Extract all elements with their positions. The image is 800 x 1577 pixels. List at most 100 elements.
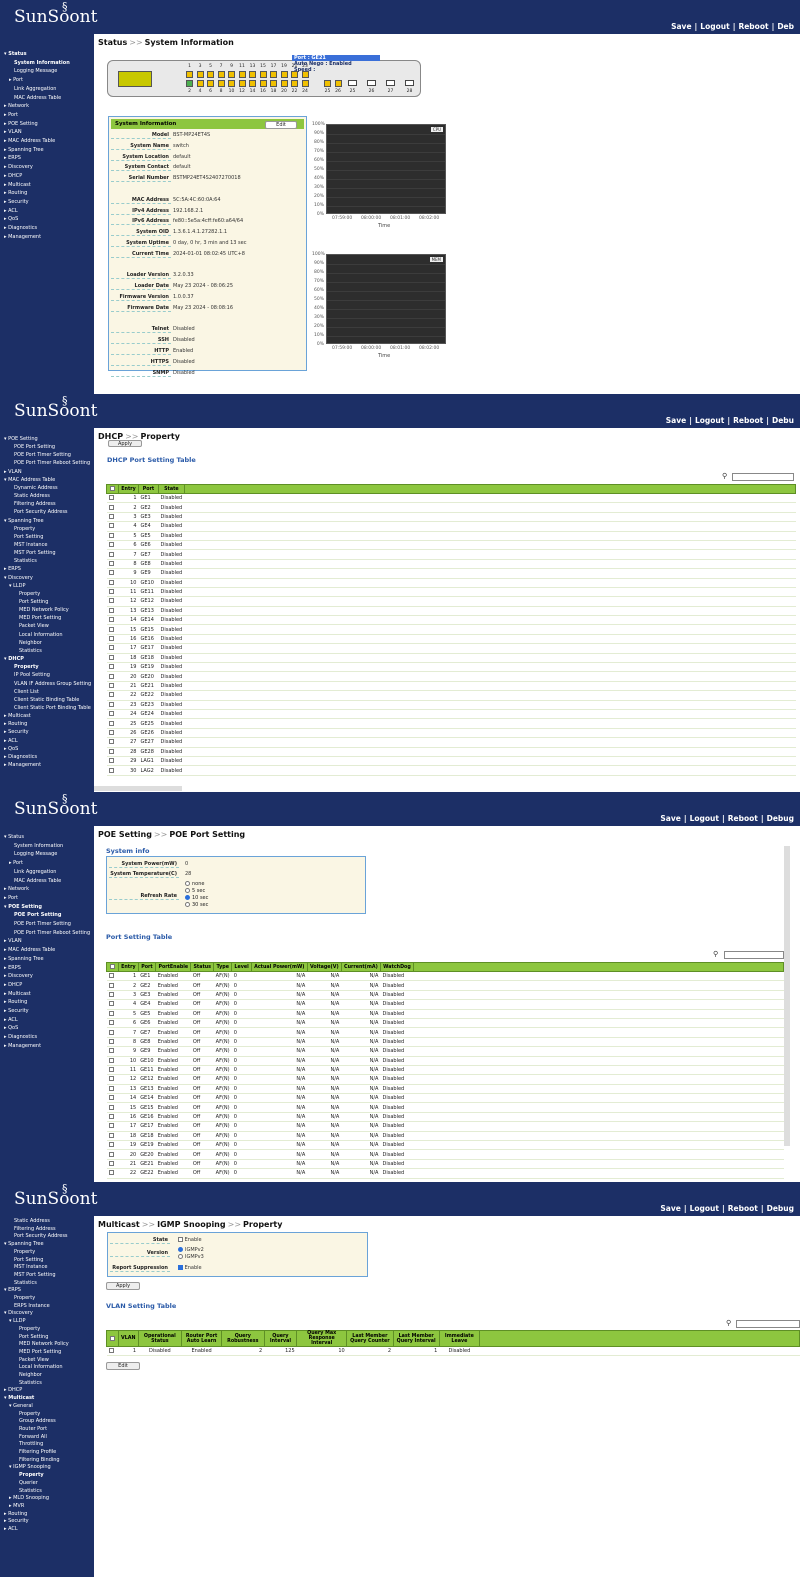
table-row[interactable]: 7 GE7 Enabled Off AF(N) 0 N/A N/A N/A Disabled	[106, 1027, 784, 1038]
sidebar-item[interactable]: ▸ POE Setting	[4, 121, 38, 127]
sidebar-item[interactable]: ▸ Security	[4, 1518, 29, 1524]
port-5[interactable]	[207, 71, 214, 78]
sidebar-item[interactable]: ▸ VLAN	[4, 938, 22, 944]
combo-port-25[interactable]	[324, 80, 331, 87]
sidebar-item[interactable]: Link Aggregation	[14, 86, 56, 92]
row-checkbox[interactable]	[106, 1056, 119, 1066]
sidebar-item[interactable]: ▸ QoS	[4, 1025, 18, 1031]
table-row[interactable]: 16 GE16 Enabled Off AF(N) 0 N/A N/A N/A Disabled	[106, 1112, 784, 1123]
sidebar-item[interactable]: Property	[19, 1326, 40, 1332]
sidebar-item[interactable]: ▸ QoS	[4, 216, 18, 222]
port-4[interactable]	[196, 80, 204, 87]
search-icon[interactable]: ⚲	[713, 950, 718, 958]
sidebar-item[interactable]: Neighbor	[19, 640, 42, 646]
edit-button[interactable]: Edit	[265, 121, 297, 129]
sidebar-item[interactable]: ▸ Diagnostics	[4, 1034, 37, 1040]
row-checkbox[interactable]	[106, 624, 119, 635]
sidebar-item[interactable]: ▸ MAC Address Table	[4, 138, 55, 144]
header-link-debug[interactable]: Debug	[767, 1204, 794, 1213]
sidebar-item[interactable]: Statistics	[19, 1380, 42, 1386]
row-checkbox[interactable]	[106, 980, 119, 991]
select-all-checkbox[interactable]	[106, 484, 119, 494]
table-row[interactable]: 27 GE27 Disabled	[106, 737, 796, 748]
sidebar-item[interactable]: ▾ IGMP Snooping	[9, 1464, 51, 1470]
edit-button[interactable]: Edit	[106, 1362, 140, 1370]
igmpv3-radio[interactable]	[178, 1254, 183, 1259]
state-checkbox[interactable]	[178, 1237, 183, 1242]
sidebar-item[interactable]: ▸ VLAN	[4, 129, 22, 135]
sidebar-item[interactable]: ▸ Security	[4, 199, 29, 205]
sidebar-item[interactable]: POE Port Setting	[14, 444, 55, 450]
sidebar-item[interactable]: Property	[14, 526, 35, 532]
sidebar-item[interactable]: ▸ ERPS	[4, 155, 21, 161]
table-row[interactable]: 29 LAG1 Disabled	[106, 756, 796, 767]
sidebar-item[interactable]: Statistics	[14, 558, 37, 564]
header-link-save[interactable]: Save	[671, 22, 691, 31]
sidebar-item[interactable]: POE Port Timer Reboot Setting	[14, 460, 90, 466]
table-row[interactable]: 23 GE23 Disabled	[106, 700, 796, 711]
sidebar-item[interactable]: MST Port Setting	[14, 1272, 56, 1278]
port-9[interactable]	[228, 71, 235, 78]
table-row[interactable]: 11 GE11 Disabled	[106, 587, 796, 598]
sidebar-item[interactable]: Forward All	[19, 1434, 47, 1440]
sidebar-item[interactable]: Property	[19, 1472, 44, 1478]
sidebar-item[interactable]: MED Network Policy	[19, 607, 69, 613]
sidebar-item[interactable]: ▸ Security	[4, 729, 29, 735]
sidebar-item[interactable]: ▸ Multicast	[4, 182, 31, 188]
sidebar-item[interactable]: Client Static Binding Table	[14, 697, 79, 703]
sidebar-item[interactable]: Port Setting	[14, 534, 43, 540]
table-row[interactable]: 15 GE15 Enabled Off AF(N) 0 N/A N/A N/A Disabled	[106, 1102, 784, 1113]
table-row[interactable]: 8 GE8 Enabled Off AF(N) 0 N/A N/A N/A Disabled	[106, 1037, 784, 1048]
row-checkbox[interactable]	[106, 606, 119, 617]
port-8[interactable]	[217, 80, 225, 87]
port-15[interactable]	[259, 71, 267, 78]
sidebar-item[interactable]: MST Instance	[14, 1264, 47, 1270]
row-checkbox[interactable]	[106, 671, 119, 682]
table-row[interactable]: 22 GE22 Disabled	[106, 690, 796, 701]
row-checkbox[interactable]	[106, 549, 119, 560]
table-row[interactable]: 14 GE14 Disabled	[106, 615, 796, 626]
sidebar-item[interactable]: ▸ Spanning Tree	[4, 147, 44, 153]
sidebar-item[interactable]: ▸ VLAN	[4, 469, 22, 475]
table-row[interactable]: 17 GE17 Disabled	[106, 643, 796, 654]
table-row[interactable]: 30 LAG2 Disabled	[106, 765, 796, 776]
table-row[interactable]: 5 GE5 Enabled Off AF(N) 0 N/A N/A N/A Disabled	[106, 1009, 784, 1019]
sidebar-item[interactable]: ▾ Status	[4, 834, 24, 840]
report-suppression-checkbox[interactable]	[178, 1265, 183, 1270]
sidebar-item[interactable]: Port Security Address	[14, 1233, 68, 1239]
table-row[interactable]: 3 GE3 Disabled	[106, 512, 796, 523]
row-checkbox[interactable]	[106, 568, 119, 579]
table-row[interactable]: 18 GE18 Enabled Off AF(N) 0 N/A N/A N/A Disabled	[106, 1131, 784, 1142]
sidebar-item[interactable]: Logging Message	[14, 68, 57, 74]
search-input[interactable]	[732, 473, 794, 481]
table-row[interactable]: 28 GE28 Disabled	[106, 747, 796, 757]
sidebar-item[interactable]: Router Port	[19, 1426, 47, 1432]
table-row[interactable]: 4 GE4 Disabled	[106, 521, 796, 532]
sidebar-item[interactable]: Property	[14, 1295, 35, 1301]
apply-button[interactable]: Apply	[108, 440, 142, 447]
sidebar-item[interactable]: ▸ MAC Address Table	[4, 947, 55, 953]
header-link-reboot[interactable]: Reboot	[728, 814, 758, 823]
sidebar-item[interactable]: Local Information	[19, 1364, 63, 1370]
row-checkbox[interactable]	[106, 493, 119, 504]
table-row[interactable]: 24 GE24 Disabled	[106, 709, 796, 720]
sidebar-item[interactable]: ▾ LLDP	[9, 583, 26, 589]
refresh-radio[interactable]	[185, 881, 190, 886]
sidebar-item[interactable]: ▸ QoS	[4, 746, 18, 752]
sidebar-item[interactable]: Client List	[14, 689, 39, 695]
sidebar-item[interactable]: ▸ Routing	[4, 190, 27, 196]
sidebar-item[interactable]: Statistics	[14, 1280, 37, 1286]
table-row[interactable]: 18 GE18 Disabled	[106, 653, 796, 664]
table-row[interactable]: 8 GE8 Disabled	[106, 559, 796, 570]
sidebar-item[interactable]: Filtering Address	[14, 501, 56, 507]
port-11[interactable]	[238, 71, 246, 78]
sidebar-item[interactable]: Port Setting	[19, 1334, 48, 1340]
table-row[interactable]: 1 GE1 Enabled Off AF(N) 0 N/A N/A N/A Disabled	[106, 971, 784, 982]
table-row[interactable]: 26 GE26 Disabled	[106, 728, 796, 739]
sidebar-item[interactable]: ▸ ERPS	[4, 566, 21, 572]
row-checkbox[interactable]	[106, 512, 119, 523]
table-row[interactable]: 25 GE25 Disabled	[106, 718, 796, 729]
sidebar-item[interactable]: ▸ DHCP	[4, 1387, 22, 1393]
scrollbar[interactable]	[94, 786, 182, 791]
row-checkbox[interactable]	[106, 1065, 119, 1076]
